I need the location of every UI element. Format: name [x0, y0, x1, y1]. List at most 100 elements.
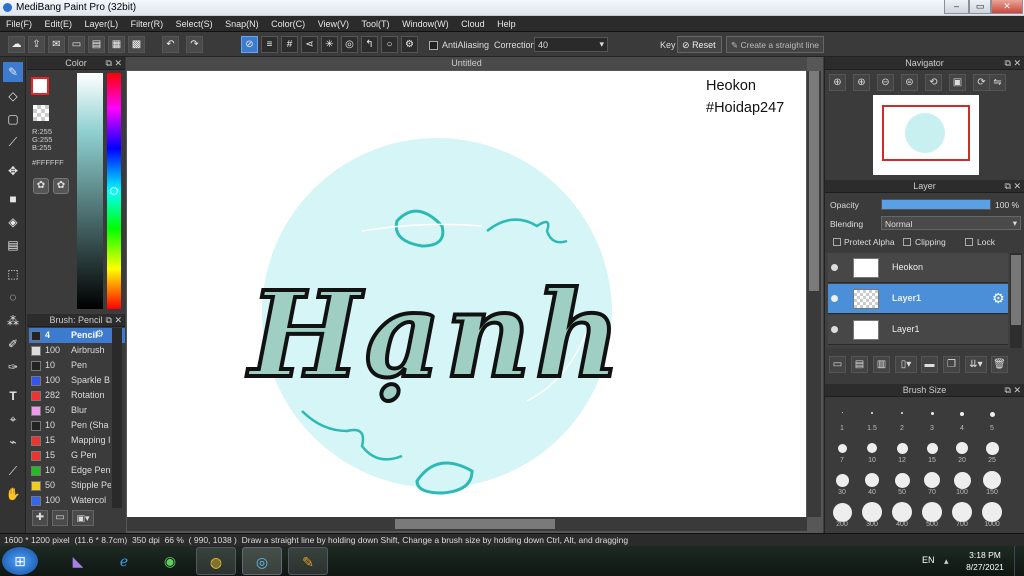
- zoom-out-icon[interactable]: ⊖: [877, 74, 894, 91]
- brush-item[interactable]: 10 Edge Pen: [29, 463, 125, 478]
- new-halftone-layer-icon[interactable]: ▤: [851, 356, 868, 373]
- correction-select[interactable]: 40 ▾: [534, 37, 608, 52]
- protect-alpha-checkbox[interactable]: [833, 238, 841, 246]
- brush-size-option[interactable]: 400: [888, 500, 916, 528]
- zoom-reset-icon[interactable]: ⊜: [901, 74, 918, 91]
- gear-icon[interactable]: ⚙: [95, 329, 104, 340]
- menu-color[interactable]: Color(C): [271, 16, 305, 29]
- rotate-icon[interactable]: ⟲: [925, 74, 942, 91]
- panel-close-icon[interactable]: ⧉ ✕: [106, 314, 122, 327]
- select-eraser-icon[interactable]: ✑: [3, 357, 23, 377]
- brush-size-option[interactable]: 300: [858, 500, 886, 528]
- brush-size-option[interactable]: 30: [828, 468, 856, 496]
- brush-size-option[interactable]: 200: [828, 500, 856, 528]
- brush-size-option[interactable]: 50: [888, 468, 916, 496]
- cloud-icon[interactable]: ☁: [8, 36, 25, 53]
- brush-size-option[interactable]: 1: [828, 404, 856, 432]
- show-desktop-button[interactable]: [1014, 546, 1024, 576]
- trash-icon[interactable]: 🗑: [991, 356, 1008, 373]
- brush-size-option[interactable]: 500: [918, 500, 946, 528]
- undo-icon[interactable]: ↶: [162, 36, 179, 53]
- text-tool-icon[interactable]: T: [3, 386, 23, 406]
- close-window-button[interactable]: ✕: [991, 0, 1023, 14]
- duplicate-layer-icon[interactable]: ❐: [943, 356, 960, 373]
- gradient-tool-icon[interactable]: ▤: [3, 235, 23, 255]
- brush-size-option[interactable]: 15: [918, 436, 946, 464]
- brush-size-option[interactable]: 3: [918, 404, 946, 432]
- medibang-task-icon[interactable]: ◎: [242, 547, 282, 575]
- primary-color-swatch[interactable]: [31, 77, 49, 95]
- brush-item[interactable]: 100 Airbrush: [29, 343, 125, 358]
- brush-item[interactable]: 100 Sparkle B: [29, 373, 125, 388]
- brush-add-icon[interactable]: ✚: [32, 510, 48, 526]
- visibility-icon[interactable]: [831, 326, 838, 333]
- material-icon[interactable]: ▦: [108, 36, 125, 53]
- antialiasing-checkbox[interactable]: [429, 41, 438, 50]
- saturation-box[interactable]: [77, 73, 103, 309]
- reset-button[interactable]: ⊘ Reset: [677, 36, 722, 53]
- brush-item[interactable]: 15 Mapping I: [29, 433, 125, 448]
- select-pen-icon[interactable]: ✐: [3, 334, 23, 354]
- merge-layer-icon[interactable]: ⇊▾: [965, 356, 987, 373]
- brush-size-option[interactable]: 1.5: [858, 404, 886, 432]
- navigator-preview[interactable]: [873, 95, 979, 175]
- zoom-in-icon[interactable]: ⊕: [829, 74, 846, 91]
- move-tool-icon[interactable]: ✥: [3, 161, 23, 181]
- tray-arrow-icon[interactable]: ▴: [944, 556, 949, 567]
- snap-curve-icon[interactable]: ↰: [361, 36, 378, 53]
- document-tab[interactable]: Untitled: [126, 57, 807, 70]
- menu-window[interactable]: Window(W): [402, 16, 449, 29]
- canvas-horizontal-thumb[interactable]: [395, 519, 555, 529]
- snap-parallel-icon[interactable]: ≡: [261, 36, 278, 53]
- eraser-tool-icon[interactable]: ◇: [3, 86, 23, 106]
- transparent-swatch[interactable]: [33, 105, 49, 121]
- brush-size-option[interactable]: 2: [888, 404, 916, 432]
- snap-vanish-icon[interactable]: ⋖: [301, 36, 318, 53]
- flip-icon[interactable]: ⇋: [989, 74, 1006, 91]
- language-indicator[interactable]: EN: [922, 555, 935, 565]
- minimize-button[interactable]: –: [944, 0, 969, 14]
- brush-item[interactable]: 4 Pencil ⚙: [29, 328, 125, 343]
- divide-tool-icon[interactable]: ⟋: [3, 461, 23, 481]
- new-layer-icon[interactable]: ▭: [829, 356, 846, 373]
- brush-copy-icon[interactable]: ▭: [52, 510, 68, 526]
- brush-size-option[interactable]: 40: [858, 468, 886, 496]
- layer-list-scrollbar[interactable]: [1010, 253, 1022, 348]
- save-icon[interactable]: ▤: [88, 36, 105, 53]
- folder-icon[interactable]: ▬: [921, 356, 938, 373]
- brush-size-option[interactable]: 4: [948, 404, 976, 432]
- brush-size-option[interactable]: 150: [978, 468, 1006, 496]
- paint-icon[interactable]: ✎: [288, 547, 328, 575]
- lasso-tool-icon[interactable]: ◌: [3, 287, 23, 307]
- menu-file[interactable]: File(F): [6, 16, 32, 29]
- canvas-vertical-scrollbar[interactable]: [807, 71, 821, 517]
- menu-help[interactable]: Help: [497, 16, 516, 29]
- gear-icon[interactable]: ⚙: [992, 290, 1005, 307]
- canvas-vertical-thumb[interactable]: [809, 71, 819, 291]
- panel-close-icon[interactable]: ⧉ ✕: [106, 57, 122, 70]
- rotate-right-icon[interactable]: ⟳: [973, 74, 990, 91]
- snap-off-icon[interactable]: ⊘: [241, 36, 258, 53]
- palette-add-icon[interactable]: ✿: [53, 178, 69, 194]
- brush-item[interactable]: 282 Rotation: [29, 388, 125, 403]
- snap-cross-icon[interactable]: #: [281, 36, 298, 53]
- bucket-tool-icon[interactable]: ◈: [3, 212, 23, 232]
- select-tool-icon[interactable]: ⬚: [3, 264, 23, 284]
- layer-row[interactable]: Heokon: [828, 253, 1008, 283]
- zoom-in-alt-icon[interactable]: ⊕: [853, 74, 870, 91]
- hue-handle[interactable]: [110, 187, 118, 195]
- brush-menu-icon[interactable]: ▣▾: [72, 510, 94, 526]
- brush-size-option[interactable]: 70: [918, 468, 946, 496]
- brush-size-option[interactable]: 5: [978, 404, 1006, 432]
- snap-circle-icon[interactable]: ◎: [341, 36, 358, 53]
- share-icon[interactable]: ⇪: [28, 36, 45, 53]
- chrome-icon[interactable]: ◍: [196, 547, 236, 575]
- operation-tool-icon[interactable]: ⌖: [3, 409, 23, 429]
- brush-list-scrollbar[interactable]: [112, 328, 122, 508]
- fill-shape-icon[interactable]: ■: [3, 189, 23, 209]
- hand-tool-icon[interactable]: ✋: [3, 484, 23, 504]
- snap-radial-icon[interactable]: ✳: [321, 36, 338, 53]
- brush-item[interactable]: 100 Watercol: [29, 493, 125, 508]
- menu-edit[interactable]: Edit(E): [45, 16, 73, 29]
- rectangle-tool-icon[interactable]: ▢: [3, 109, 23, 129]
